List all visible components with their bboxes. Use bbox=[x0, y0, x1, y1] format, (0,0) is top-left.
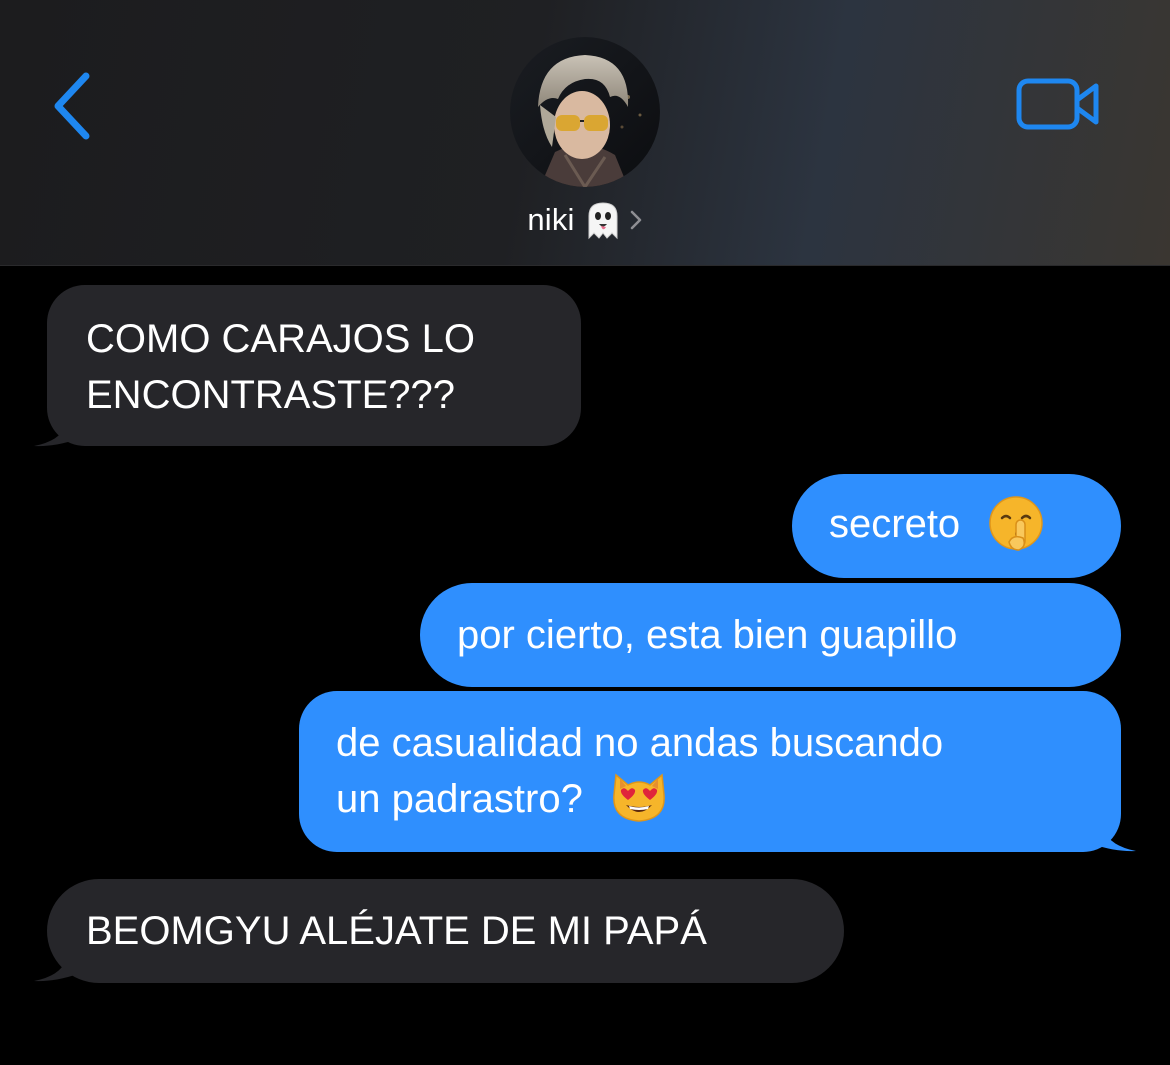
shushing-face-icon bbox=[989, 496, 1044, 552]
message-text-line: de casualidad no andas buscando bbox=[336, 721, 944, 765]
video-camera-icon bbox=[1016, 78, 1099, 130]
message-text: por cierto, esta bien guapillo bbox=[457, 613, 958, 657]
message-bubble-outgoing[interactable]: por cierto, esta bien guapillo bbox=[420, 583, 1121, 687]
message-bubble-incoming[interactable]: BEOMGYU ALÉJATE DE MI PAPÁ bbox=[47, 879, 844, 983]
bubble-tail bbox=[34, 940, 78, 982]
chevron-left-icon bbox=[54, 72, 90, 140]
message-bubble-outgoing[interactable]: de casualidad no andas buscando un padra… bbox=[299, 691, 1121, 852]
back-button[interactable] bbox=[40, 62, 110, 152]
ghost-icon bbox=[588, 202, 618, 240]
contact-name-row[interactable]: niki bbox=[0, 195, 1170, 245]
message-text: BEOMGYU ALÉJATE DE MI PAPÁ bbox=[86, 909, 707, 953]
avatar-photo bbox=[510, 37, 660, 187]
heart-eyes-cat-icon bbox=[613, 773, 665, 823]
bubble-tail bbox=[1092, 810, 1136, 852]
message-text-line: un padrastro? bbox=[336, 777, 583, 821]
contact-avatar[interactable] bbox=[510, 37, 660, 187]
chevron-right-icon bbox=[630, 210, 641, 230]
message-text-line: COMO CARAJOS LO bbox=[86, 317, 475, 361]
message-bubble-incoming[interactable]: COMO CARAJOS LO ENCONTRASTE??? bbox=[47, 285, 581, 446]
message-bubble-outgoing[interactable]: secreto bbox=[792, 474, 1121, 578]
messages-screen: niki COMO CARAJOS LO ENCONTRASTE??? secr… bbox=[0, 0, 1170, 1065]
message-text-line: un padrastro? bbox=[336, 771, 1121, 827]
message-text: secreto bbox=[829, 502, 961, 546]
conversation-header: niki bbox=[0, 0, 1170, 266]
bubble-tail bbox=[34, 405, 78, 447]
facetime-video-button[interactable] bbox=[1012, 72, 1104, 136]
message-text-line: ENCONTRASTE??? bbox=[86, 373, 455, 417]
contact-name: niki bbox=[527, 202, 575, 237]
